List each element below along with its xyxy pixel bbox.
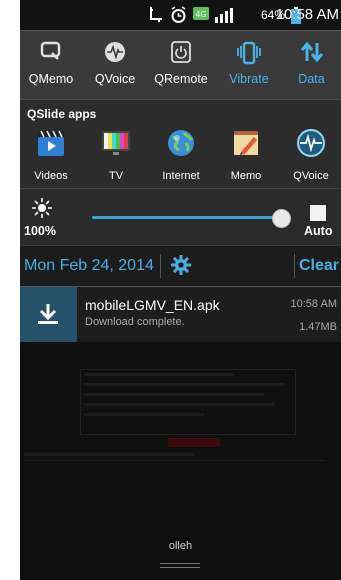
background-line	[84, 403, 274, 406]
status-bar: 4G 64% 10:58 AM	[20, 0, 341, 30]
qslide-app-qvoice[interactable]: QVoice	[281, 125, 341, 185]
drag-handle-line[interactable]	[160, 563, 200, 564]
signal-icon	[214, 7, 236, 28]
qremote-label: QRemote	[154, 72, 208, 86]
qslide-title: QSlide apps	[27, 107, 97, 121]
background-line	[84, 373, 234, 376]
qvoice-app-icon	[296, 128, 326, 163]
notification-title: mobileLGMV_EN.apk	[85, 297, 220, 313]
quick-settings: QMemo QVoice QRemote Vibrate Data	[20, 30, 341, 99]
notification-subtitle: Download complete.	[85, 316, 185, 328]
qmemo-icon	[40, 41, 62, 66]
date-bar: Mon Feb 24, 2014 Clear	[20, 245, 341, 287]
drag-handle-line[interactable]	[160, 567, 200, 568]
vibrate-label: Vibrate	[229, 72, 269, 86]
qmemo-label: QMemo	[28, 72, 74, 86]
divider	[294, 254, 295, 278]
qslide-panel: QSlide apps Videos TV Internet Memo QVoi…	[20, 99, 341, 188]
tv-label: TV	[108, 170, 124, 182]
brightness-slider-thumb[interactable]	[272, 209, 291, 228]
background-line	[84, 393, 264, 396]
qvoice-icon	[104, 41, 126, 68]
background-line	[24, 453, 194, 456]
brightness-slider[interactable]	[92, 216, 282, 219]
data-icon	[300, 41, 323, 68]
auto-brightness-label: Auto	[304, 224, 333, 238]
vibrate-toggle[interactable]: Vibrate	[216, 31, 282, 99]
brightness-panel: 100% Auto	[20, 188, 341, 245]
background-button	[168, 438, 220, 447]
background-line	[84, 383, 284, 386]
notification-icon-box	[20, 287, 77, 342]
notification-size: 1.47MB	[299, 321, 337, 333]
date-text: Mon Feb 24, 2014	[24, 257, 154, 274]
qslide-app-memo[interactable]: Memo	[216, 125, 276, 185]
tv-icon	[101, 128, 131, 163]
background-line	[84, 413, 204, 416]
brightness-percent: 100%	[24, 224, 56, 238]
qremote-toggle[interactable]: QRemote	[148, 31, 214, 99]
brightness-sun-icon	[31, 197, 53, 224]
download-icon	[37, 302, 59, 331]
background-window	[80, 369, 296, 435]
clear-button[interactable]: Clear	[299, 257, 339, 275]
network-4g-icon: 4G	[193, 5, 211, 28]
background-divider	[24, 460, 324, 461]
phone-screen: 4G 64% 10:58 AM QMemo QVoice QRemote Vib…	[20, 0, 341, 580]
qslide-app-videos[interactable]: Videos	[21, 125, 81, 185]
divider	[160, 254, 161, 278]
memo-icon	[231, 128, 261, 163]
qremote-icon	[171, 41, 191, 68]
settings-gear-icon[interactable]	[171, 255, 191, 280]
qslide-app-internet[interactable]: Internet	[151, 125, 211, 185]
status-time: 10:58 AM	[275, 6, 339, 23]
notification-time: 10:58 AM	[290, 298, 337, 310]
vibrate-icon	[236, 41, 262, 70]
qmemo-toggle[interactable]: QMemo	[20, 31, 82, 99]
qslide-app-tv[interactable]: TV	[86, 125, 146, 185]
videos-label: Videos	[34, 170, 68, 182]
qvoice-toggle[interactable]: QVoice	[84, 31, 146, 99]
videos-icon	[36, 128, 66, 163]
alarm-icon	[170, 6, 187, 29]
internet-icon	[166, 128, 196, 163]
data-toggle[interactable]: Data	[282, 31, 341, 99]
download-notification[interactable]: mobileLGMV_EN.apk Download complete. 10:…	[20, 287, 341, 342]
screen-capture-icon	[149, 6, 163, 29]
qvoice-label: QVoice	[94, 72, 136, 86]
internet-label: Internet	[162, 170, 200, 182]
auto-brightness-checkbox[interactable]	[310, 205, 326, 221]
network-badge-text: 4G	[195, 10, 206, 19]
qvoice-app-label: QVoice	[293, 170, 329, 182]
data-label: Data	[298, 72, 325, 86]
memo-label: Memo	[230, 170, 262, 182]
carrier-label: olleh	[168, 540, 193, 552]
dimmed-background: olleh	[20, 343, 341, 580]
